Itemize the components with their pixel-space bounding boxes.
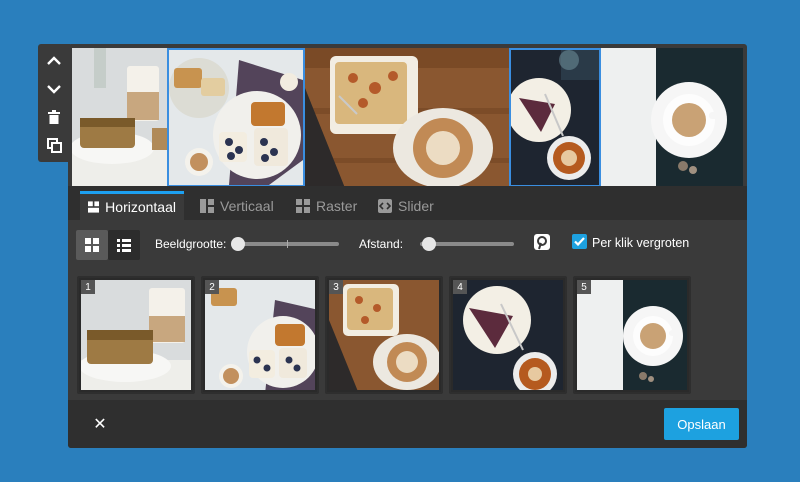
close-icon: ✕ bbox=[93, 416, 107, 433]
save-button[interactable]: Opslaan bbox=[664, 408, 739, 440]
photo-cake-latte bbox=[72, 48, 167, 187]
list-view-icon bbox=[117, 239, 131, 252]
thumb-white-cup bbox=[577, 280, 687, 390]
tab-label: Raster bbox=[316, 197, 358, 214]
thumbnail-number: 3 bbox=[329, 280, 343, 294]
spacing-slider[interactable] bbox=[420, 237, 514, 251]
photo-cake-coffee-wood bbox=[305, 48, 509, 187]
layout-tabs: Horizontaal Verticaal Raster Slider bbox=[68, 186, 747, 220]
photo-toast-breakfast bbox=[169, 50, 303, 185]
block-toolbar bbox=[38, 44, 70, 162]
preview-photo-4[interactable] bbox=[507, 48, 601, 187]
editor-footer: ✕ Opslaan bbox=[68, 400, 747, 448]
list-view-button[interactable] bbox=[108, 230, 140, 260]
preview-photo-1[interactable] bbox=[72, 48, 167, 187]
chevron-down-icon bbox=[47, 85, 61, 94]
thumbnail-1[interactable]: 1 bbox=[77, 276, 195, 394]
delete-button[interactable] bbox=[38, 104, 70, 130]
zoom-on-click-label: Per klik vergroten bbox=[592, 236, 690, 250]
image-size-label: Beeldgrootte: bbox=[155, 237, 227, 251]
tab-slider[interactable]: Slider bbox=[370, 191, 450, 220]
tab-label: Slider bbox=[398, 197, 434, 214]
image-size-slider[interactable] bbox=[231, 237, 339, 251]
thumb-cake-coffee bbox=[329, 280, 439, 390]
thumbnail-4[interactable]: 4 bbox=[449, 276, 567, 394]
zoom-on-click-checkbox[interactable] bbox=[572, 234, 587, 249]
thumbnail-3[interactable]: 3 bbox=[325, 276, 443, 394]
slider-icon bbox=[378, 198, 392, 213]
move-down-button[interactable] bbox=[38, 76, 70, 102]
thumbnail-2[interactable]: 2 bbox=[201, 276, 319, 394]
thumbnail-number: 1 bbox=[81, 280, 95, 294]
tab-label: Horizontaal bbox=[105, 199, 176, 215]
preview-photo-3[interactable] bbox=[305, 48, 509, 187]
thumb-cake-latte bbox=[81, 280, 191, 390]
tab-verticaal[interactable]: Verticaal bbox=[192, 191, 282, 220]
chevron-up-icon bbox=[47, 56, 61, 65]
thumb-tart-cappuccino bbox=[453, 280, 563, 390]
checkmark-icon bbox=[574, 237, 585, 246]
tab-horizontaal[interactable]: Horizontaal bbox=[80, 191, 184, 220]
image-size-slider-handle[interactable] bbox=[231, 237, 245, 251]
vertical-icon bbox=[200, 198, 214, 213]
layout-options: Beeldgrootte: Afstand: Per klik vergrote… bbox=[68, 220, 747, 270]
pinterest-icon bbox=[534, 234, 550, 250]
photo-white-cup bbox=[601, 48, 743, 187]
thumb-toast-breakfast bbox=[205, 280, 315, 390]
preview-photo-2[interactable] bbox=[167, 48, 305, 187]
duplicate-button[interactable] bbox=[38, 132, 70, 158]
close-button[interactable]: ✕ bbox=[88, 412, 112, 436]
trash-icon bbox=[48, 110, 60, 124]
grid-view-icon bbox=[85, 238, 99, 252]
move-up-button[interactable] bbox=[38, 48, 70, 74]
grid-icon bbox=[88, 201, 100, 213]
thumbnail-list: 1 2 3 4 5 bbox=[68, 270, 747, 398]
grid-icon bbox=[296, 198, 310, 213]
thumbnail-number: 2 bbox=[205, 280, 219, 294]
thumbnail-5[interactable]: 5 bbox=[573, 276, 691, 394]
thumbnail-number: 4 bbox=[453, 280, 467, 294]
grid-view-button[interactable] bbox=[76, 230, 108, 260]
slider-tick bbox=[287, 240, 288, 248]
copy-icon bbox=[46, 137, 62, 153]
preview-photo-5[interactable] bbox=[601, 48, 743, 187]
pinterest-button[interactable] bbox=[534, 234, 550, 250]
gallery-preview bbox=[72, 48, 743, 187]
photo-tart-cappuccino bbox=[507, 50, 599, 185]
thumbnail-number: 5 bbox=[577, 280, 591, 294]
tab-raster[interactable]: Raster bbox=[288, 191, 368, 220]
tab-label: Verticaal bbox=[220, 197, 274, 214]
spacing-label: Afstand: bbox=[359, 237, 404, 251]
spacing-slider-handle[interactable] bbox=[422, 237, 436, 251]
